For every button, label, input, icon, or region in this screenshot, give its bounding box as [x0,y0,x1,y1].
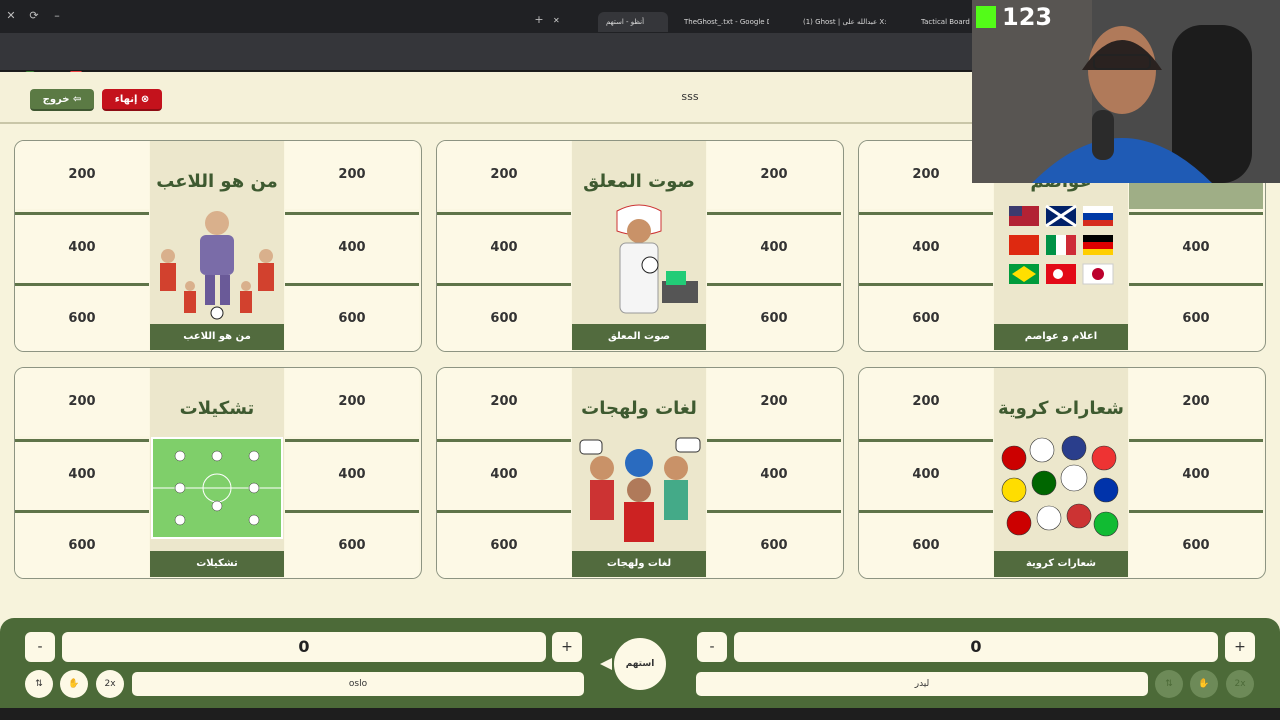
question-600-right-button[interactable]: 600 [1129,510,1263,578]
category-title: صوت المعلق [583,171,695,192]
question-200-right-button[interactable]: 200 [285,368,419,436]
scoreboard: - 0 + ⇅ ✋ 2x oslo استهم - 0 + ليدر ⇅ ✋ 2… [0,618,1280,708]
question-400-left-button[interactable]: 400 [859,439,993,510]
question-600-right-button[interactable]: 600 [285,510,419,578]
minimize-icon[interactable]: – [50,9,64,23]
question-200-right-button[interactable]: 200 [707,141,841,209]
flags-illustration [1009,204,1114,285]
question-400-left-button[interactable]: 400 [859,212,993,283]
screen-bottom-edge [0,708,1280,720]
game-title: sss [681,90,699,103]
category-label: صوت المعلق [572,324,706,350]
question-600-left-button[interactable]: 600 [859,510,993,578]
question-200-right-button[interactable]: 200 [1129,368,1263,436]
end-game-button[interactable]: إنهاء ⊗ [102,89,162,111]
category-title: لغات ولهجات [581,398,697,419]
question-600-left-button[interactable]: 600 [15,283,149,351]
question-200-left-button[interactable]: 200 [15,141,149,209]
question-600-left-button[interactable]: 600 [15,510,149,578]
languages-illustration [579,437,701,542]
category-card: 200 200 400 400 600 600 شعارات كروية شعارات كر… [858,367,1266,579]
category-image: شعارات كروية شعارات كروية [994,368,1128,577]
logo-pointer [600,658,612,670]
category-image: من هو اللاعب من هو اللاعب [150,141,284,350]
category-label: اعلام و عواصم [994,324,1128,350]
category-image: صوت المعلق صوت المعلق [572,141,706,350]
question-400-left-button[interactable]: 400 [437,439,571,510]
question-400-right-button[interactable]: 400 [707,439,841,510]
category-title: تشكيلات [179,398,255,419]
reload-icon[interactable]: ⟳ [27,9,41,23]
question-600-right-button[interactable]: 600 [707,510,841,578]
left-score: 0 [62,632,546,662]
question-400-right-button[interactable]: 400 [1129,212,1263,283]
question-400-left-button[interactable]: 400 [437,212,571,283]
formation-illustration [151,437,283,539]
question-600-right-button[interactable]: 600 [1129,283,1263,351]
category-card: 200 200 400 400 600 600 من هو اللاعب من هو الل… [14,140,422,352]
question-400-left-button[interactable]: 400 [15,212,149,283]
tab-close-icon[interactable]: ✕ [553,16,560,25]
viewer-count: 123 [1002,3,1053,31]
left-hand-icon[interactable]: ✋ [60,670,88,698]
question-600-left-button[interactable]: 600 [859,283,993,351]
category-label: شعارات كروية [994,551,1128,577]
category-title: من هو اللاعب [156,171,278,192]
question-200-left-button[interactable]: 200 [437,368,571,436]
kick-logo-icon [976,6,996,28]
players-illustration [160,211,274,320]
category-label: تشكيلات [150,551,284,577]
category-card: 200 200 400 400 600 600 تشكيلات تشكيلات [14,367,422,579]
browser-tab[interactable]: Tactical Board Onli [921,12,971,32]
browser-tab[interactable]: TheGhost_.txt - Google Drive [684,12,769,32]
question-200-right-button[interactable]: 200 [285,141,419,209]
right-plus-button[interactable]: + [1225,632,1255,662]
question-400-right-button[interactable]: 400 [285,439,419,510]
question-200-right-button[interactable]: 200 [707,368,841,436]
right-hand-icon[interactable]: ✋ [1190,670,1218,698]
right-double-button[interactable]: 2x [1226,670,1254,698]
right-minus-button[interactable]: - [697,632,727,662]
new-tab-icon[interactable]: + [532,13,546,27]
exit-button[interactable]: خروج ⇦ [30,89,94,111]
left-plus-button[interactable]: + [552,632,582,662]
left-double-button[interactable]: 2x [96,670,124,698]
left-team-name[interactable]: oslo [132,672,584,696]
category-image: تشكيلات تشكيلات [150,368,284,577]
question-600-left-button[interactable]: 600 [437,510,571,578]
screen: ✕ ⟳ – + ✕ أنظو - استهم TheGhost_.txt - Go… [0,0,1280,720]
badges-illustration [1001,435,1119,537]
browser-tab[interactable]: (1) Ghost | عبدالله على X: شات [803,12,888,32]
question-400-left-button[interactable]: 400 [15,439,149,510]
category-image: لغات ولهجات لغات ولهجات [572,368,706,577]
category-card: 200 200 400 400 600 600 صوت المعلق صوت المعلق [436,140,844,352]
close-window-icon[interactable]: ✕ [4,9,18,23]
right-score: 0 [734,632,1218,662]
question-200-left-button[interactable]: 200 [859,368,993,436]
question-400-right-button[interactable]: 400 [285,212,419,283]
question-200-left-button[interactable]: 200 [15,368,149,436]
left-swap-icon[interactable]: ⇅ [25,670,53,698]
question-400-right-button[interactable]: 400 [1129,439,1263,510]
app-logo: استهم [612,636,668,692]
question-200-left-button[interactable]: 200 [437,141,571,209]
right-team-name[interactable]: ليدر [696,672,1148,696]
webcam-overlay: 123 [972,0,1280,183]
question-600-right-button[interactable]: 600 [707,283,841,351]
browser-tab[interactable]: أنظو - استهم [598,12,668,32]
category-label: لغات ولهجات [572,551,706,577]
left-minus-button[interactable]: - [25,632,55,662]
category-label: من هو اللاعب [150,324,284,350]
question-600-right-button[interactable]: 600 [285,283,419,351]
right-swap-icon[interactable]: ⇅ [1155,670,1183,698]
category-title: شعارات كروية [997,398,1125,419]
category-card: 200 200 400 400 600 600 لغات ولهجات لغات ولهجا… [436,367,844,579]
question-600-left-button[interactable]: 600 [437,283,571,351]
commentator-illustration [616,204,698,314]
question-400-right-button[interactable]: 400 [707,212,841,283]
